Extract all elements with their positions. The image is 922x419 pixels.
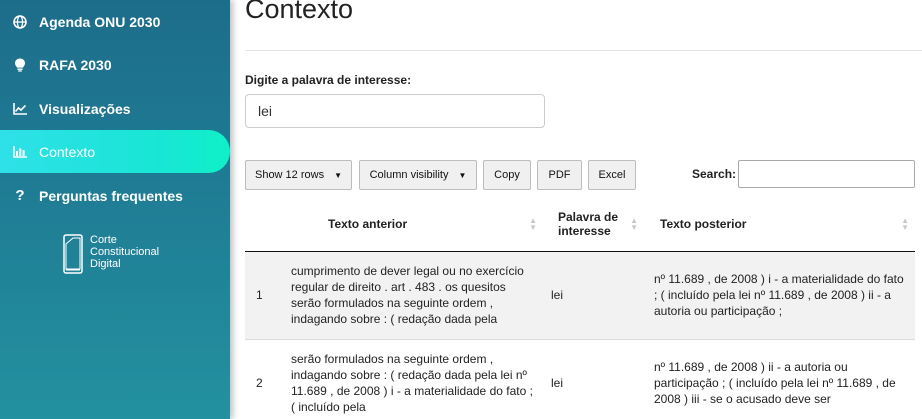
lightbulb-icon — [13, 58, 27, 72]
excel-button[interactable]: Excel — [588, 160, 636, 190]
logo-line-2: Constitucional — [90, 246, 160, 258]
sidebar-item-contexto[interactable]: Contexto — [0, 130, 230, 173]
line-chart-icon — [13, 102, 27, 116]
sidebar: Agenda ONU 2030 RAFA 2030 Visualizações … — [0, 0, 230, 419]
question-icon: ? — [15, 187, 25, 204]
column-header-texto-posterior[interactable]: Texto posterior ▲ ▼ — [644, 197, 915, 252]
caret-down-icon: ▼ — [334, 170, 342, 180]
sidebar-item-label: RAFA 2030 — [39, 56, 112, 73]
page-title: Contexto — [245, 0, 354, 24]
sidebar-item-label: Agenda ONU 2030 — [39, 13, 161, 30]
row-index: 1 — [256, 288, 263, 302]
table-row[interactable]: 1 cumprimento de dever legal ou no exerc… — [245, 251, 915, 339]
sidebar-item-perguntas-frequentes[interactable]: ? Perguntas frequentes — [0, 174, 230, 217]
column-visibility-button[interactable]: Column visibility ▼ — [359, 160, 477, 190]
texto-posterior-cell: nº 11.689 , de 2008 ) ii - a autoria ou … — [654, 360, 896, 406]
texto-anterior-cell: cumprimento de dever legal ou no exercíc… — [291, 264, 524, 326]
sort-icon: ▲ ▼ — [529, 215, 537, 232]
search-input[interactable] — [738, 160, 915, 188]
texto-anterior-cell: serão formulados na seguinte ordem , ind… — [291, 352, 533, 414]
show-rows-button[interactable]: Show 12 rows ▼ — [245, 160, 352, 190]
sort-icon: ▲ ▼ — [630, 215, 638, 232]
sidebar-item-label: Perguntas frequentes — [39, 187, 183, 204]
header-label: Texto anterior — [328, 216, 408, 231]
row-index: 2 — [256, 376, 263, 390]
header-label: Texto posterior — [660, 216, 747, 231]
column-header-palavra-de-interesse[interactable]: Palavra de interesse ▲ ▼ — [543, 197, 644, 252]
header-label: Palavra de interesse — [558, 209, 619, 238]
copy-button[interactable]: Copy — [483, 160, 531, 190]
sidebar-item-visualizacoes[interactable]: Visualizações — [0, 87, 230, 130]
table-header-row: Texto anterior ▲ ▼ Palavra de interesse ▲… — [245, 197, 915, 252]
sidebar-item-agenda-onu-2030[interactable]: Agenda ONU 2030 — [0, 0, 230, 43]
caret-down-icon: ▼ — [458, 170, 467, 180]
show-rows-label: Show 12 rows — [254, 169, 325, 181]
table-row[interactable]: 2 serão formulados na seguinte ordem , i… — [245, 339, 915, 419]
sort-icon: ▲ ▼ — [901, 215, 909, 232]
title-divider — [245, 50, 922, 51]
column-header-texto-anterior[interactable]: Texto anterior ▲ ▼ — [283, 197, 543, 252]
sidebar-item-label: Visualizações — [39, 100, 131, 117]
texto-posterior-cell: nº 11.689 , de 2008 ) i - a materialidad… — [654, 272, 904, 318]
tablet-logo-icon — [63, 234, 83, 274]
bar-chart-icon — [13, 145, 27, 159]
pdf-button[interactable]: PDF — [537, 160, 582, 190]
palavra-cell: lei — [551, 288, 564, 302]
context-table: Texto anterior ▲ ▼ Palavra de interesse ▲… — [245, 197, 915, 419]
sidebar-item-rafa-2030[interactable]: RAFA 2030 — [0, 43, 230, 86]
logo-line-1: Corte — [90, 234, 117, 246]
globe-icon — [13, 14, 27, 29]
keyword-input-label: Digite a palavra de interesse: — [245, 73, 412, 87]
logo-line-3: Digital — [90, 258, 121, 270]
corte-constitucional-digital-logo: Corte Constitucional Digital — [63, 234, 159, 274]
column-visibility-label: Column visibility — [369, 169, 449, 181]
main-content: Contexto Digite a palavra de interesse: … — [245, 0, 922, 419]
palavra-cell: lei — [551, 376, 564, 390]
search-label: Search: — [692, 167, 737, 181]
keyword-input[interactable] — [245, 94, 545, 128]
column-header-index[interactable] — [245, 197, 283, 252]
sidebar-item-label: Contexto — [39, 143, 96, 160]
